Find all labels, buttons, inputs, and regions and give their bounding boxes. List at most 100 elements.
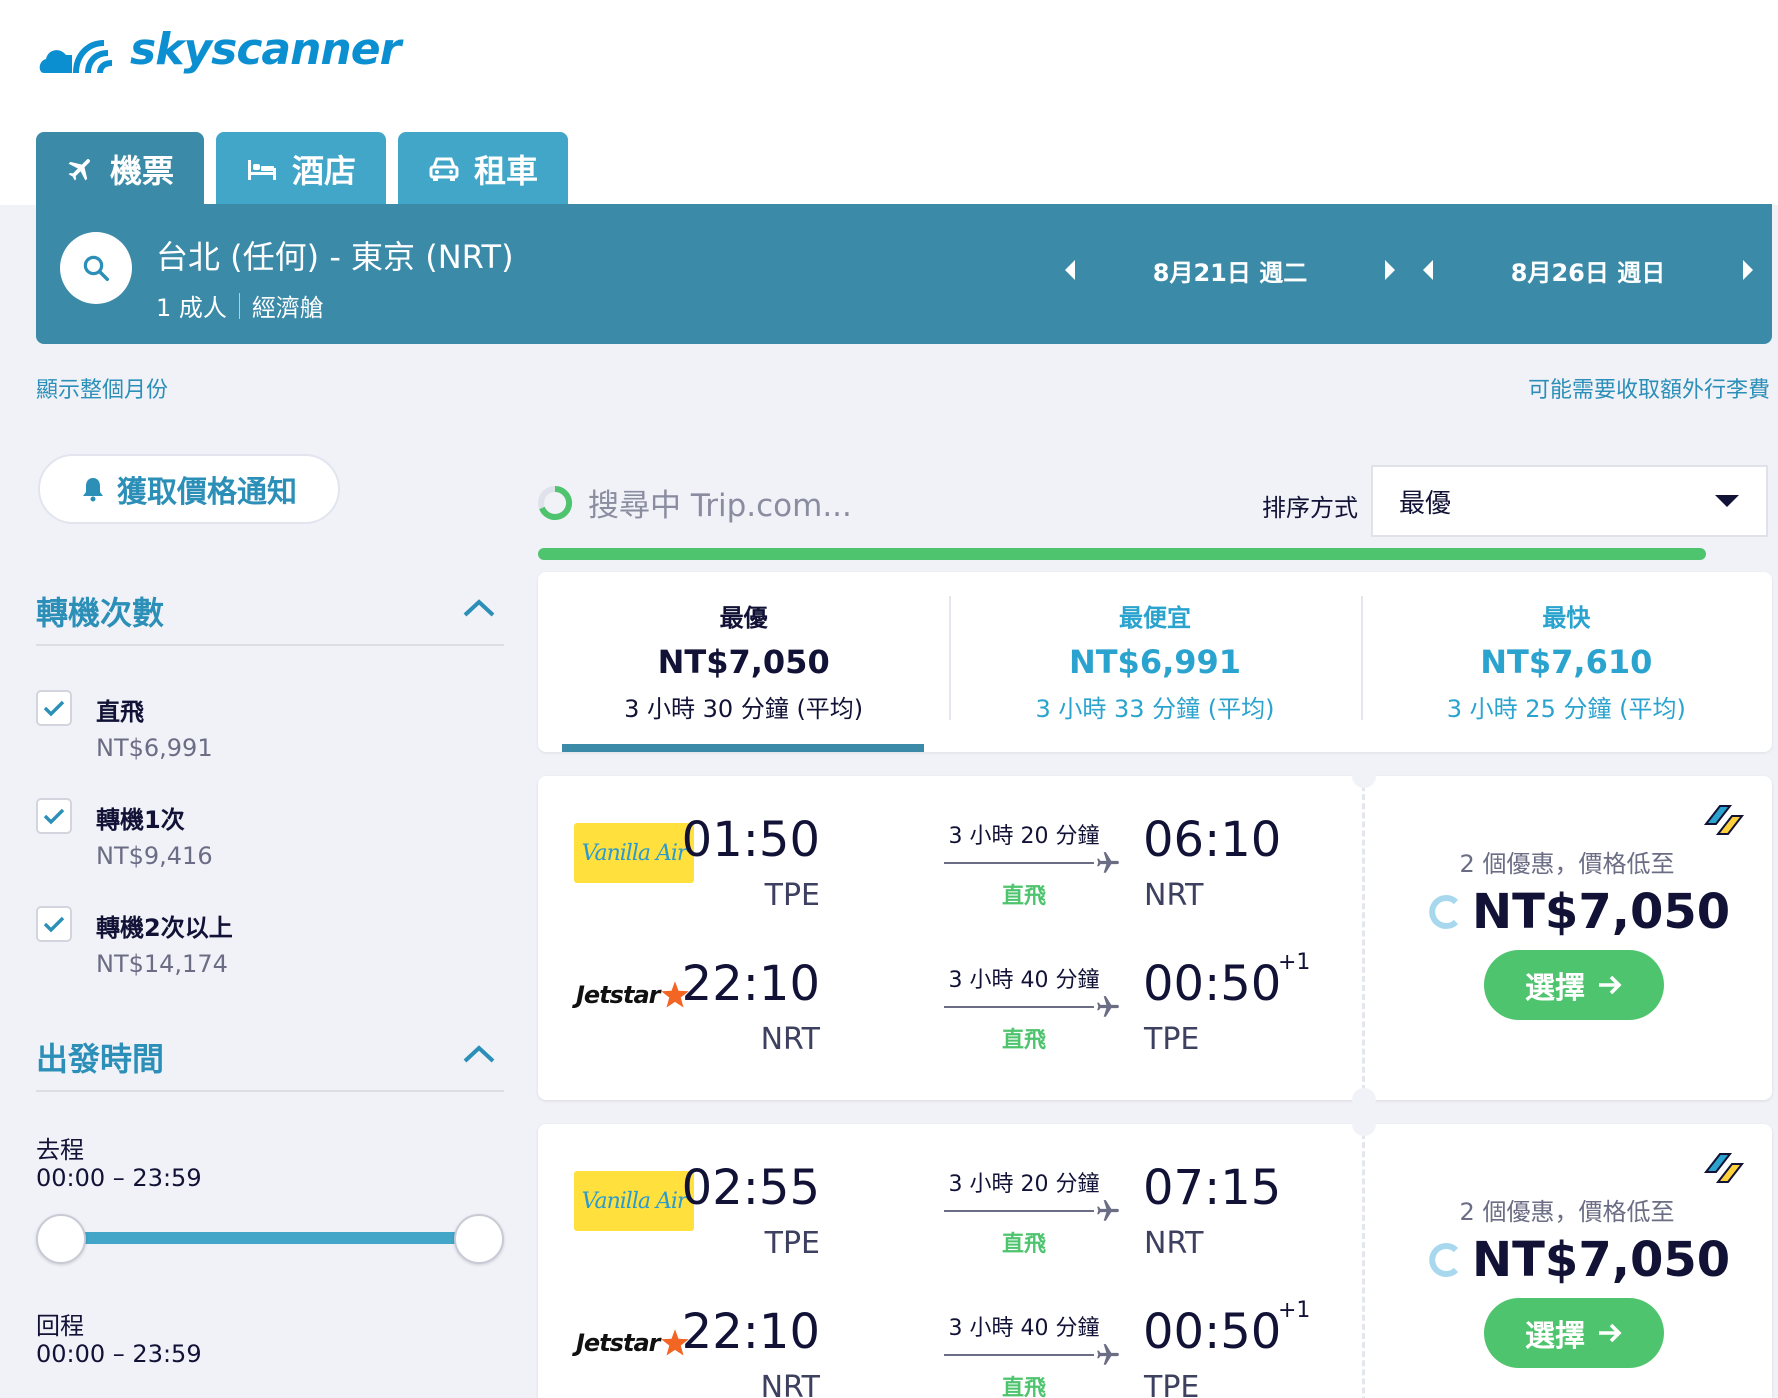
arrival-airport: NRT [1144,878,1204,913]
check-icon [43,808,65,825]
stop-option-price: NT$6,991 [96,734,213,762]
tab-label: 機票 [110,151,175,190]
summary-tab-cheapest[interactable]: 最便宜 NT$6,991 3 小時 33 分鐘 (平均) [949,572,1360,752]
deals-tag-icon [1703,805,1745,835]
stops-filter-title[interactable]: 轉機次數 [36,588,164,634]
jetstar-logo: Jetstar [576,980,691,1010]
outbound-time-slider-end-handle[interactable] [454,1214,504,1264]
result-card[interactable]: Vanilla Air 01:50 TPE 3 小時 20 分鐘 直飛 06:1… [538,764,1772,1112]
car-icon [429,157,459,181]
edit-search-button[interactable] [60,232,132,304]
flight-duration: 3 小時 40 分鐘 [948,1316,1100,1341]
return-prev-day-button[interactable] [1408,250,1448,290]
tab-label: 租車 [474,151,539,190]
arrival-airport: NRT [1144,1226,1204,1261]
airline-name: Vanilla Air [581,840,688,866]
tab-hotels[interactable]: 酒店 [216,132,387,205]
stop-option-label: 轉機2次以上 [96,914,233,942]
tab-label: 酒店 [292,151,357,190]
departure-time-collapse-toggle[interactable] [462,1044,496,1068]
separator [238,292,240,319]
divider [36,644,504,646]
caret-left-icon [1065,260,1075,280]
caret-right-icon [1385,260,1395,280]
departure-time-filter-title[interactable]: 出發時間 [36,1034,164,1080]
outbound-time-range: 00:00 – 23:59 [36,1164,202,1192]
one-stop-checkbox[interactable] [36,798,72,834]
flight-duration: 3 小時 40 分鐘 [948,968,1100,993]
return-leg: Jetstar 22:10 NRT 3 小時 40 分鐘 直飛 00:50 +1… [538,1268,1362,1398]
summary-title: 最快 [1542,604,1591,632]
route-text[interactable]: 台北 (任何) - 東京 (NRT) [156,232,514,278]
stops-collapse-toggle[interactable] [462,598,496,622]
departure-airport: TPE [764,878,820,913]
passenger-cabin-info[interactable]: 1 成人 經濟艙 [156,288,324,323]
sort-summary-tabs: 最優 NT$7,050 3 小時 30 分鐘 (平均) 最便宜 NT$6,991… [538,572,1772,752]
summary-title: 最優 [719,604,768,632]
plane-icon [68,158,90,180]
select-flight-button[interactable]: 選擇 [1484,1298,1664,1368]
departure-time: 02:55 [681,1160,820,1216]
search-progress-bar [538,548,1706,560]
select-flight-button[interactable]: 選擇 [1484,950,1664,1020]
departure-time: 22:10 [681,956,820,1012]
check-icon [43,916,65,933]
result-card[interactable]: Vanilla Air 02:55 TPE 3 小時 20 分鐘 直飛 07:1… [538,1112,1772,1398]
outbound-next-day-button[interactable] [1370,250,1410,290]
tab-flights[interactable]: 機票 [36,132,205,205]
departure-airport: NRT [760,1370,820,1398]
sort-dropdown[interactable]: 最優 [1371,465,1768,537]
outbound-prev-day-button[interactable] [1050,250,1090,290]
vanilla-air-logo: Vanilla Air [574,1171,694,1231]
summary-duration: 3 小時 25 分鐘 (平均) [1446,695,1686,723]
airline-name: Vanilla Air [581,1188,688,1214]
chevron-up-icon [463,599,495,617]
plane-icon [1097,1344,1119,1365]
price-alert-button[interactable]: 獲取價格通知 [38,454,340,524]
route-line [944,862,1094,864]
summary-title: 最便宜 [1118,604,1191,632]
stop-option-label: 直飛 [96,698,144,726]
jetstar-logo: Jetstar [576,1328,691,1358]
return-next-day-button[interactable] [1728,250,1768,290]
arrow-right-icon [1599,975,1622,995]
passenger-count: 1 成人 [156,294,227,322]
return-date[interactable]: 8月26日 週日 [1448,253,1728,288]
arrival-time: 07:15 [1143,1160,1282,1216]
loading-spinner-icon [1429,1243,1459,1277]
ticket-notch [1352,1088,1376,1112]
arrival-time: 00:50 [1143,956,1282,1012]
direct-checkbox[interactable] [36,690,72,726]
stops-text: 直飛 [1001,1028,1046,1053]
sort-selected-value: 最優 [1399,488,1452,519]
outbound-time-slider-track[interactable] [60,1232,480,1244]
baggage-fee-link[interactable]: 可能需要收取額外行李費 [1528,372,1770,404]
caret-right-icon [1743,260,1753,280]
search-icon [83,255,109,281]
two-plus-stops-checkbox[interactable] [36,906,72,942]
card-divider [1362,1124,1365,1398]
check-icon [43,700,65,717]
deals-tag-icon [1703,1153,1745,1183]
tab-car-hire[interactable]: 租車 [398,132,569,205]
summary-duration: 3 小時 33 分鐘 (平均) [1035,695,1275,723]
show-whole-month-link[interactable]: 顯示整個月份 [36,372,168,404]
brand-name: skyscanner [130,24,401,75]
skyscanner-logo[interactable]: skyscanner [36,24,401,75]
outbound-date-picker: 8月21日 週二 [1050,250,1410,290]
arrival-time: 06:10 [1143,812,1282,868]
return-time-label: 回程 [36,1312,84,1340]
price-alert-label: 獲取價格通知 [117,475,297,510]
return-time-range: 00:00 – 23:59 [36,1340,202,1368]
arrival-time: 00:50 [1143,1304,1282,1360]
arrival-airport: TPE [1144,1370,1200,1398]
loading-status: 搜尋中 Trip.com... [536,480,852,525]
route-line [944,1354,1094,1356]
outbound-date[interactable]: 8月21日 週二 [1090,253,1370,288]
return-leg: Jetstar 22:10 NRT 3 小時 40 分鐘 直飛 00:50 +1… [538,920,1362,1060]
result-price: NT$7,050 [1472,884,1731,940]
divider [36,1090,504,1092]
summary-tab-fastest[interactable]: 最快 NT$7,610 3 小時 25 分鐘 (平均) [1360,572,1772,752]
outbound-time-slider-start-handle[interactable] [36,1214,86,1264]
summary-tab-best[interactable]: 最優 NT$7,050 3 小時 30 分鐘 (平均) [538,572,949,752]
